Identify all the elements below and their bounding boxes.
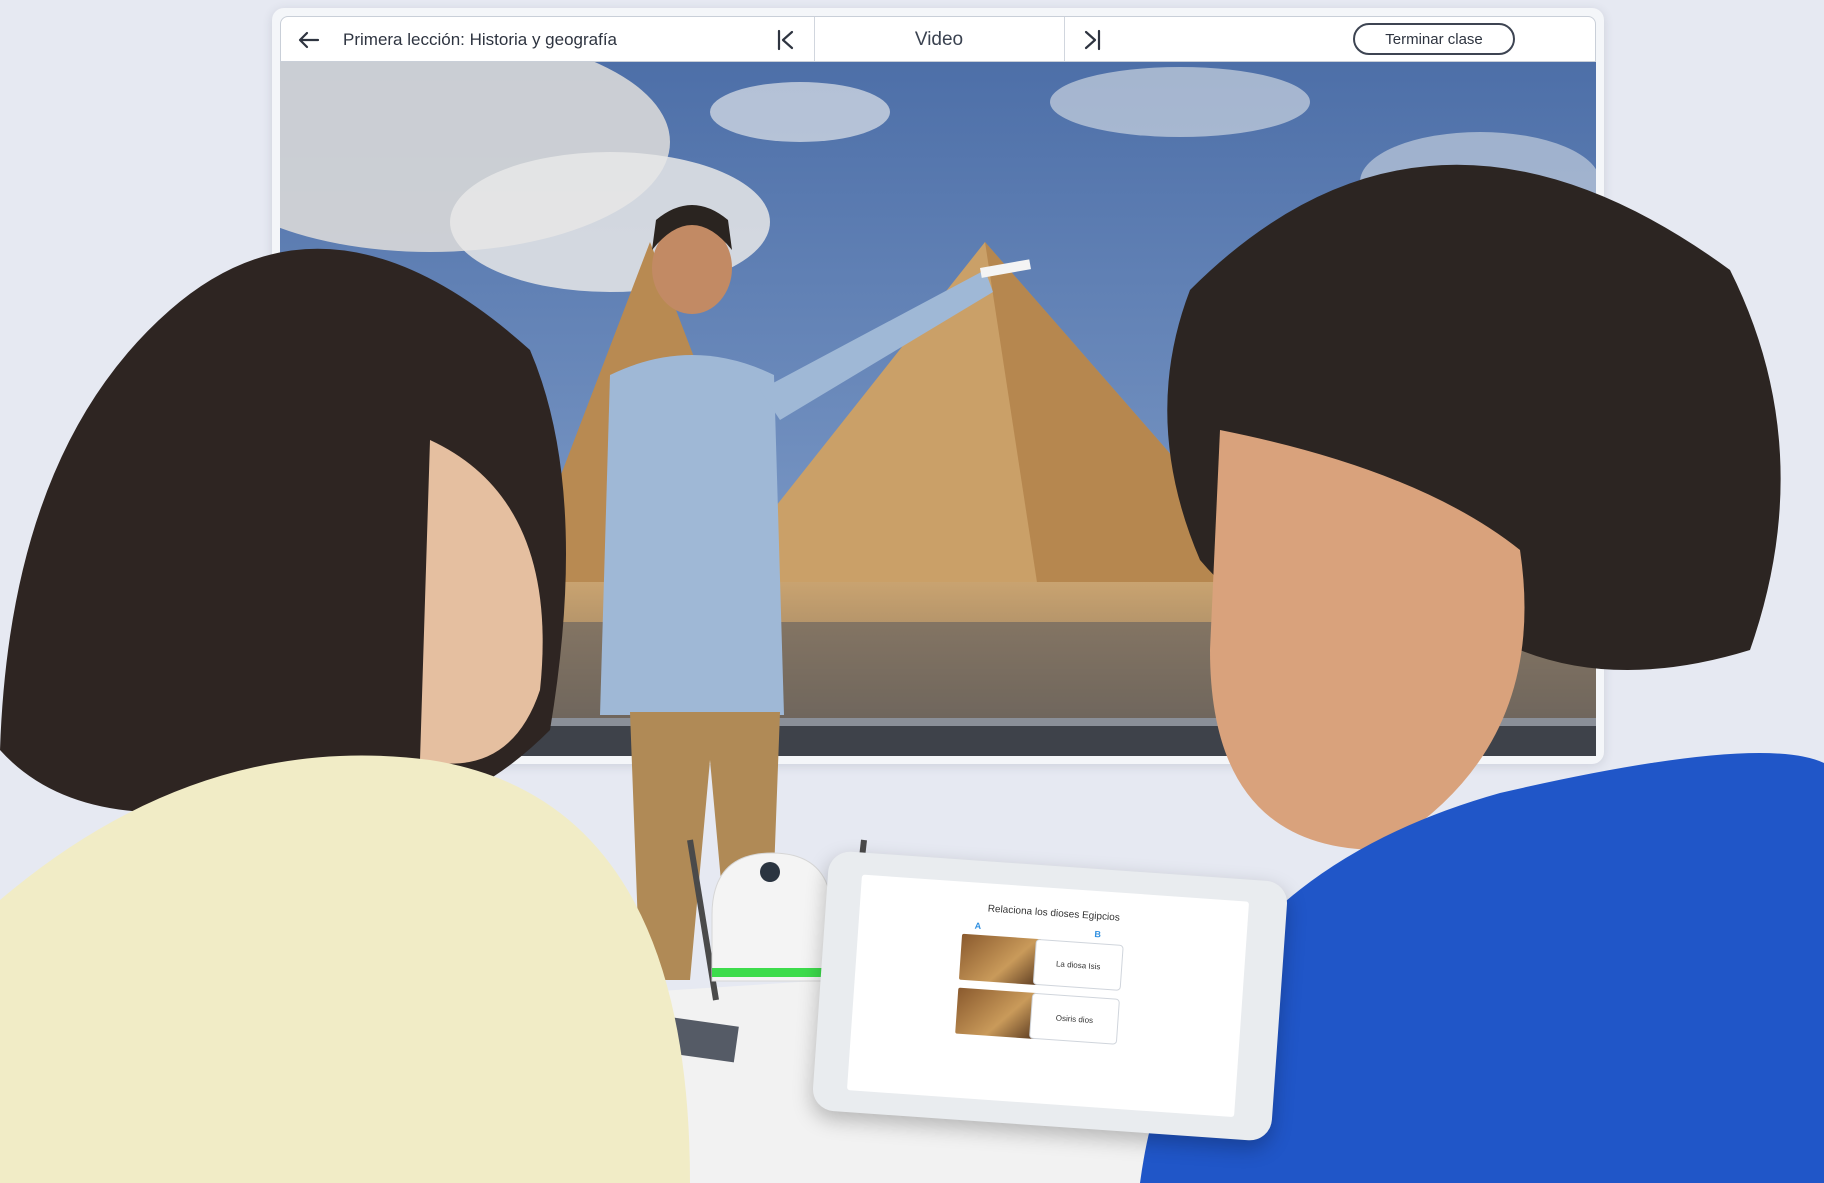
- quiz-column-b: B: [1094, 928, 1102, 940]
- quiz-image-osiris[interactable]: [955, 987, 1039, 1040]
- teacher-shirt: [600, 355, 784, 715]
- student-sweater: [0, 755, 690, 1183]
- marker-pen: [980, 259, 1031, 278]
- device-status-led: [712, 968, 832, 977]
- quiz-image-isis[interactable]: [958, 933, 1042, 986]
- quiz-match-row: Osiris dios: [955, 987, 1122, 1045]
- tablet-device[interactable]: Relaciona los dioses Egipcios A B La dio…: [811, 850, 1289, 1142]
- quiz-match-row: La diosa Isis: [958, 933, 1126, 991]
- quiz-option-card[interactable]: La diosa Isis: [1032, 938, 1124, 991]
- tablet-screen: Relaciona los dioses Egipcios A B La dio…: [846, 874, 1250, 1118]
- quiz-option-card[interactable]: Osiris dios: [1028, 992, 1120, 1045]
- quiz-title: Relaciona los dioses Egipcios: [987, 903, 1121, 924]
- quiz-column-a: A: [974, 920, 982, 932]
